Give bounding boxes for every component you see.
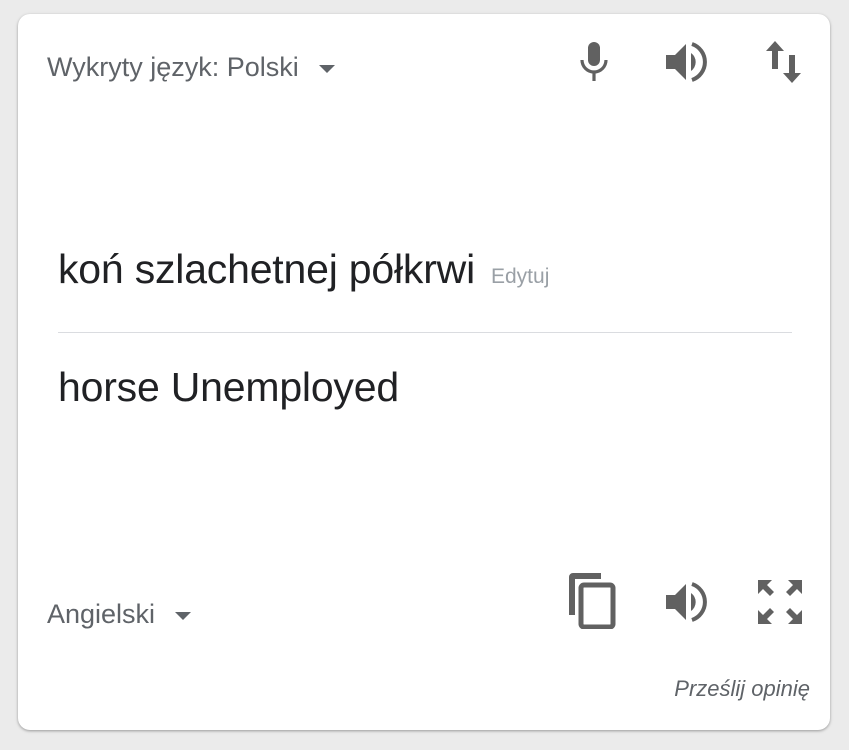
edit-link[interactable]: Edytuj (491, 265, 549, 289)
copy-icon (569, 573, 616, 629)
microphone-button[interactable] (566, 34, 622, 90)
caret-down-icon (175, 611, 192, 620)
source-text-row: koń szlachetnej półkrwi Edytuj (58, 246, 549, 293)
speaker-icon (666, 42, 707, 82)
swap-languages-button[interactable] (756, 34, 812, 90)
source-language-select[interactable]: Wykryty język: Polski (47, 52, 335, 83)
copy-button[interactable] (564, 572, 620, 629)
translation-text: horse Unemployed (58, 364, 399, 410)
feedback-link[interactable]: Prześlij opinię (674, 676, 810, 702)
microphone-icon (580, 42, 608, 81)
source-text[interactable]: koń szlachetnej półkrwi (58, 246, 475, 293)
fullscreen-button[interactable] (752, 574, 808, 630)
target-speaker-button[interactable] (660, 574, 716, 630)
source-language-label: Wykryty język: Polski (47, 52, 299, 82)
caret-down-icon (318, 64, 335, 73)
target-language-select[interactable]: Angielski (47, 599, 192, 630)
source-speaker-button[interactable] (660, 34, 716, 90)
divider (58, 332, 792, 333)
speaker-icon (666, 582, 707, 622)
fullscreen-icon (758, 580, 802, 624)
target-language-label: Angielski (47, 599, 156, 629)
swap-languages-icon (766, 41, 801, 83)
translation-card: Wykryty język: Polski koń szlachetnej pó… (18, 14, 830, 730)
